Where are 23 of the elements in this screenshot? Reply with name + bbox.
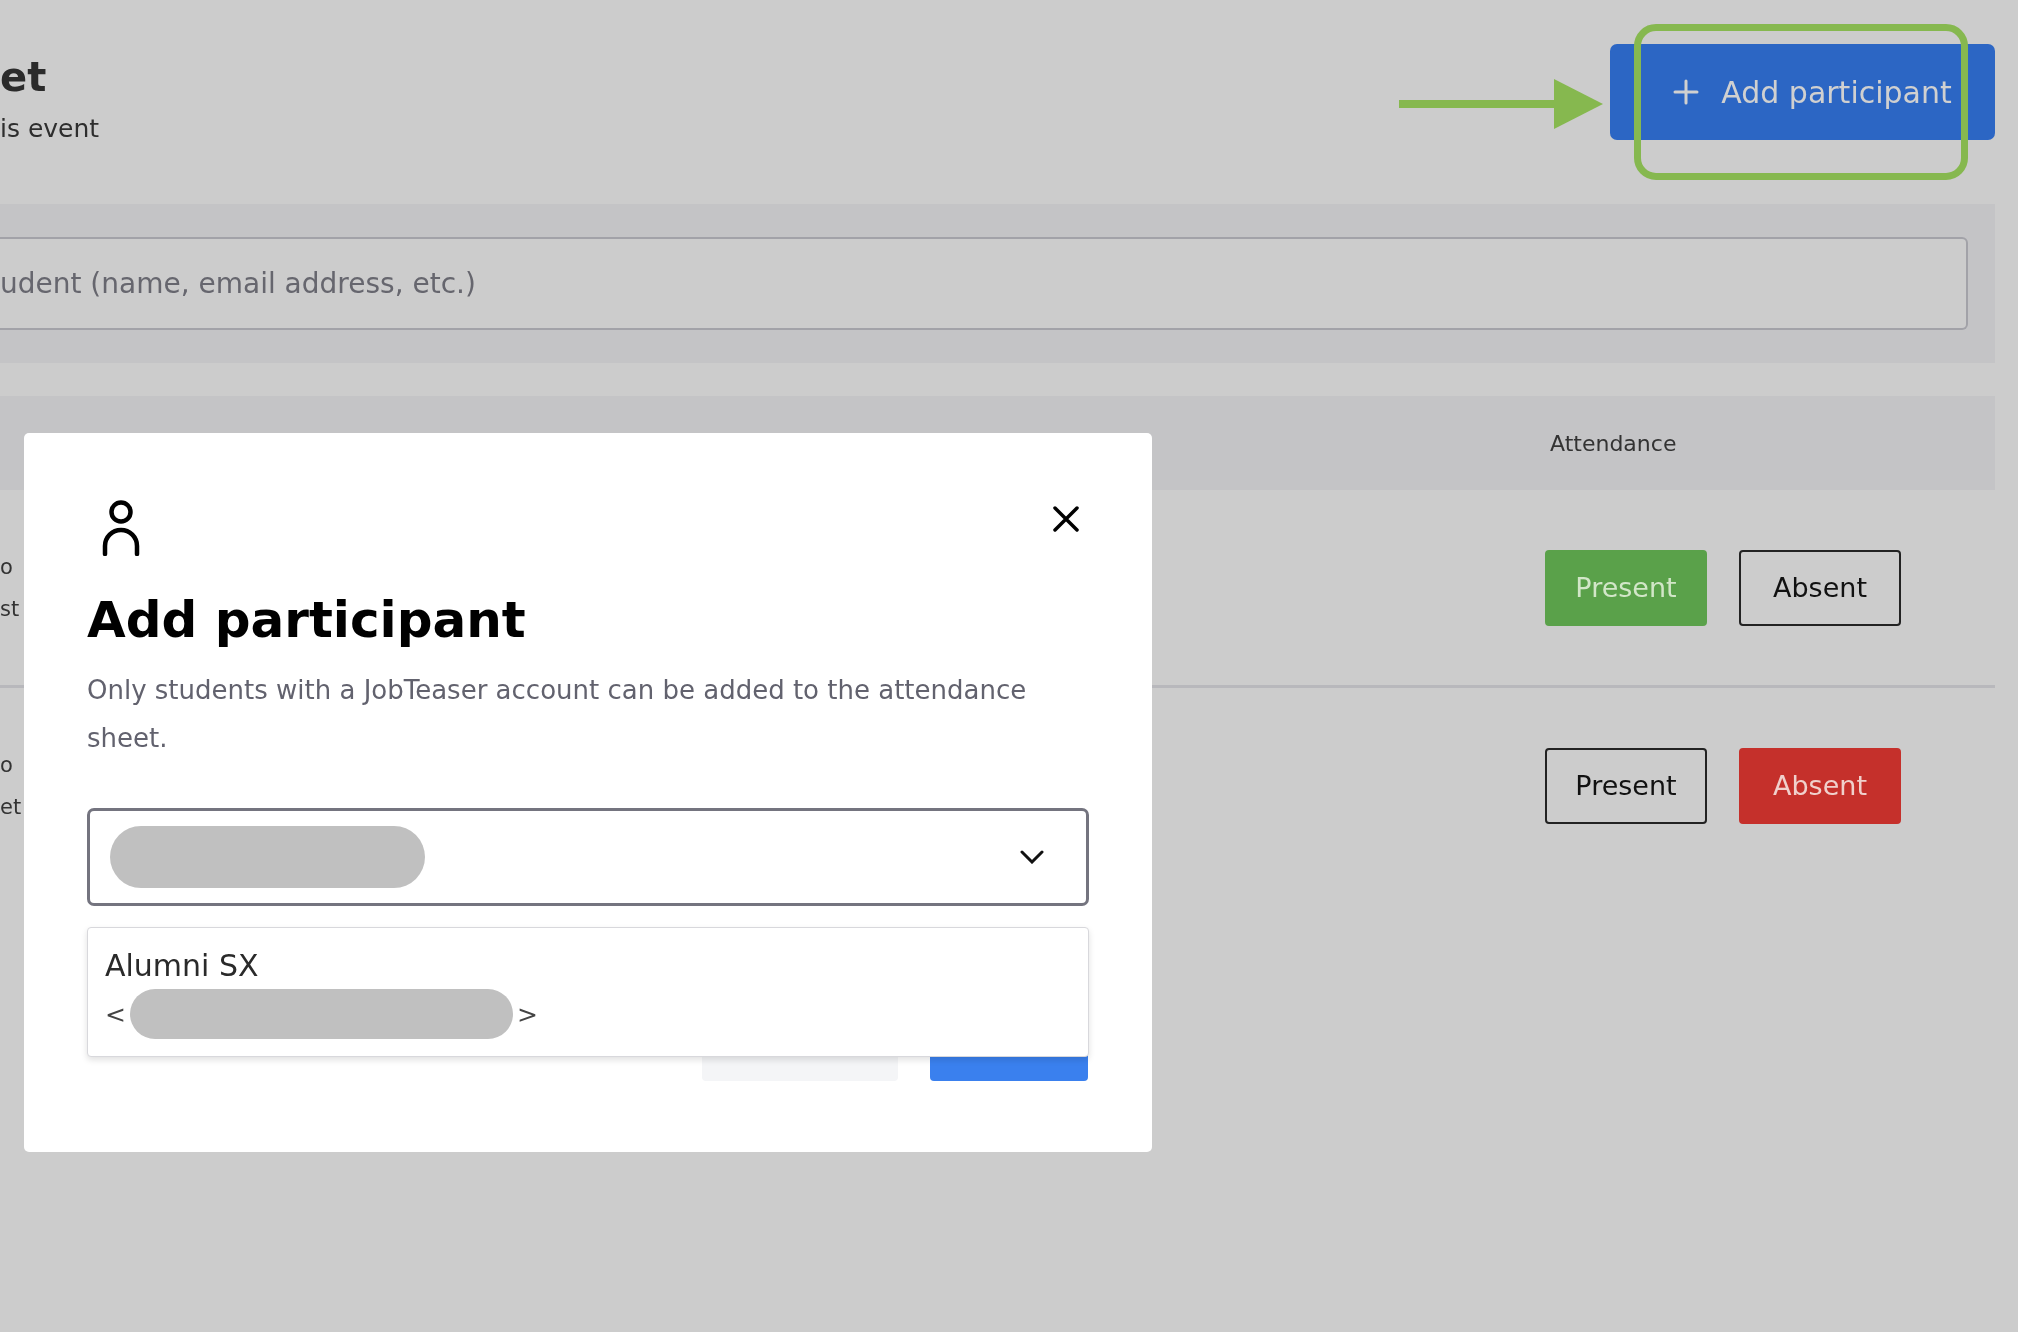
absent-button[interactable]: Absent: [1739, 549, 1901, 626]
search-field[interactable]: udent (name, email address, etc.): [0, 237, 1968, 330]
absent-button[interactable]: Absent: [1739, 747, 1901, 824]
page-title: et: [0, 53, 47, 102]
table-cell-text: o: [0, 554, 14, 579]
person-icon: [101, 500, 141, 556]
email-bracket: >: [516, 999, 538, 1029]
chevron-down-icon: [1020, 850, 1044, 864]
plus-icon: [1673, 79, 1700, 105]
column-header: Attendance: [1550, 430, 1677, 456]
dropdown-option[interactable]: Alumni SX < >: [88, 928, 1088, 1059]
option-name: Alumni SX: [105, 948, 259, 983]
table-cell: st: [0, 596, 20, 621]
modal-description: Only students with a JobTeaser account can be added to the attendance sheet.: [87, 674, 1028, 755]
present-button[interactable]: Present: [1545, 747, 1707, 824]
table-cell-text: o: [0, 752, 14, 777]
page-subtitle: is event: [0, 113, 100, 145]
add-participant-button[interactable]: Add participant: [1610, 44, 1995, 140]
table-cell: et: [0, 794, 22, 819]
email-bracket: <: [105, 999, 126, 1029]
close-icon[interactable]: [1053, 506, 1079, 532]
modal-title: Add participant: [87, 590, 527, 650]
participant-select[interactable]: [87, 808, 1089, 906]
